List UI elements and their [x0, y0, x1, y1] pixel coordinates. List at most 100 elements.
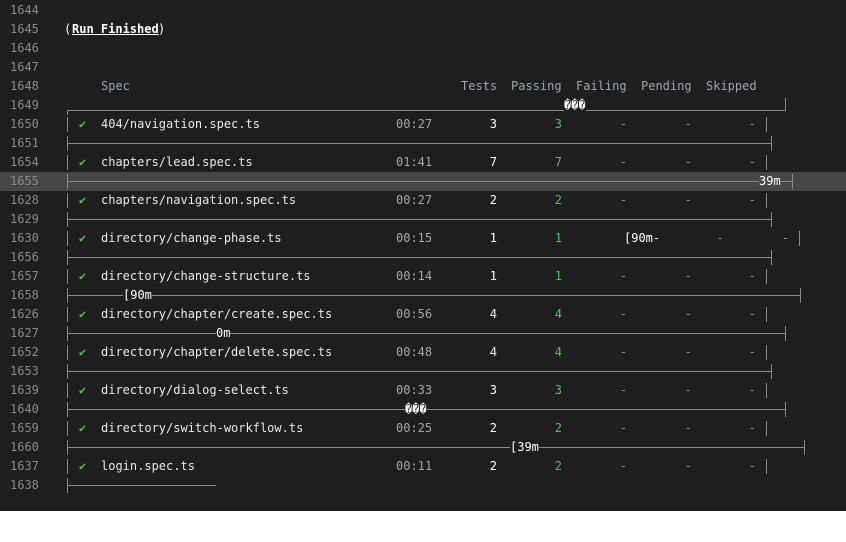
passing-count: 7	[554, 155, 562, 169]
check-icon: ✔	[79, 117, 87, 131]
line-number: 1640	[10, 402, 39, 416]
line-number: 1651	[10, 136, 39, 150]
table-border-right	[785, 326, 786, 341]
line-number: 1649	[10, 98, 39, 112]
log-line: 1630 ✔ directory/change-phase.ts 00:15 1 1 [90…	[0, 229, 846, 248]
spec-column-header: Spec	[101, 79, 130, 93]
skipped-count: -	[748, 459, 756, 473]
spec-duration: 00:48	[396, 345, 433, 359]
spec-name: directory/chapter/delete.spec.ts	[101, 345, 333, 359]
failing-count: -	[619, 193, 627, 207]
spec-name: directory/dialog-select.ts	[101, 383, 289, 397]
line-number: 1657	[10, 269, 39, 283]
skipped-count: -	[748, 155, 756, 169]
line-number: 1650	[10, 117, 39, 131]
failing-count: -	[619, 459, 627, 473]
line-number: 1659	[10, 421, 39, 435]
log-line: 1655 39m	[0, 172, 846, 191]
spec-duration: 00:27	[396, 117, 433, 131]
spec-name: chapters/lead.spec.ts	[101, 155, 253, 169]
check-icon: ✔	[79, 193, 87, 207]
table-border-left	[67, 402, 68, 417]
line-number: 1658	[10, 288, 39, 302]
tests-count: 4	[489, 345, 497, 359]
ansi-escape-artifact: ���	[564, 98, 586, 112]
log-line: 1639 ✔ directory/dialog-select.ts 00:33 3 3 - -…	[0, 381, 846, 400]
failing-count: -	[619, 269, 627, 283]
pending-count: -	[684, 269, 692, 283]
table-divider	[67, 447, 804, 448]
pending-count: -	[684, 345, 692, 359]
title-paren-open: (	[64, 22, 72, 36]
log-line: 1647	[0, 58, 846, 77]
passing-column-header: Passing	[511, 79, 562, 93]
table-border-right	[766, 193, 767, 208]
log-line: 1660 [39m	[0, 438, 846, 457]
tests-count: 3	[489, 383, 497, 397]
failing-count: -	[619, 421, 627, 435]
log-line: 1628 ✔ chapters/navigation.spec.ts 00:27 2 2 -…	[0, 191, 846, 210]
log-line: 1650 ✔ 404/navigation.spec.ts 00:27 3 3 - - -	[0, 115, 846, 134]
tests-count: 2	[489, 459, 497, 473]
skipped-count: -	[781, 231, 789, 245]
table-border-left	[67, 288, 68, 303]
spec-duration: 00:25	[396, 421, 433, 435]
passing-count: 2	[554, 459, 562, 473]
line-number: 1654	[10, 155, 39, 169]
line-number: 1652	[10, 345, 39, 359]
tests-count: 7	[489, 155, 497, 169]
failing-count: [90m-	[624, 231, 661, 245]
check-icon: ✔	[79, 345, 87, 359]
table-border-right	[771, 250, 772, 265]
table-divider	[67, 110, 785, 111]
line-number: 1637	[10, 459, 39, 473]
ansi-escape-artifact: [39m	[510, 440, 539, 454]
table-border-right	[766, 307, 767, 322]
skipped-count: -	[748, 421, 756, 435]
log-line: 1627 0m	[0, 324, 846, 343]
log-line: 1657 ✔ directory/change-structure.ts 00:14 1…	[0, 267, 846, 286]
table-border-right	[766, 383, 767, 398]
ansi-escape-artifact: ���	[405, 402, 427, 416]
table-border-right	[799, 231, 800, 246]
check-icon: ✔	[79, 421, 87, 435]
spec-duration: 01:41	[396, 155, 433, 169]
table-border-left	[67, 117, 68, 132]
log-line: 1652 ✔ directory/chapter/delete.spec.ts 00:…	[0, 343, 846, 362]
table-border-right	[766, 421, 767, 436]
line-number: 1648	[10, 79, 39, 93]
table-divider	[67, 295, 800, 296]
tests-count: 2	[489, 193, 497, 207]
table-border-left	[67, 212, 68, 227]
table-divider	[67, 485, 216, 486]
line-number: 1645	[10, 22, 39, 36]
line-number: 1647	[10, 60, 39, 74]
table-border-left	[67, 231, 68, 246]
spec-name: chapters/navigation.spec.ts	[101, 193, 297, 207]
pending-count: -	[684, 155, 692, 169]
table-border-left	[67, 307, 68, 322]
spec-duration: 00:14	[396, 269, 433, 283]
table-divider	[67, 143, 771, 144]
table-border-right	[800, 288, 801, 303]
log-line: 1653	[0, 362, 846, 381]
table-border-left	[67, 174, 68, 189]
spec-name: directory/change-phase.ts	[101, 231, 282, 245]
check-icon: ✔	[79, 269, 87, 283]
table-divider	[67, 181, 792, 182]
table-border-left	[67, 383, 68, 398]
tests-count: 4	[489, 307, 497, 321]
passing-count: 2	[554, 193, 562, 207]
spec-name: directory/chapter/create.spec.ts	[101, 307, 333, 321]
table-border-right	[766, 155, 767, 170]
spec-duration: 00:33	[396, 383, 433, 397]
log-line: 1645 (Run Finished)	[0, 20, 846, 39]
table-border-left	[67, 250, 68, 265]
line-number: 1644	[10, 3, 39, 17]
check-icon: ✔	[79, 155, 87, 169]
pending-count: -	[684, 459, 692, 473]
spec-name: login.spec.ts	[101, 459, 195, 473]
line-number: 1653	[10, 364, 39, 378]
table-border-right	[766, 345, 767, 360]
table-border-right	[766, 117, 767, 132]
